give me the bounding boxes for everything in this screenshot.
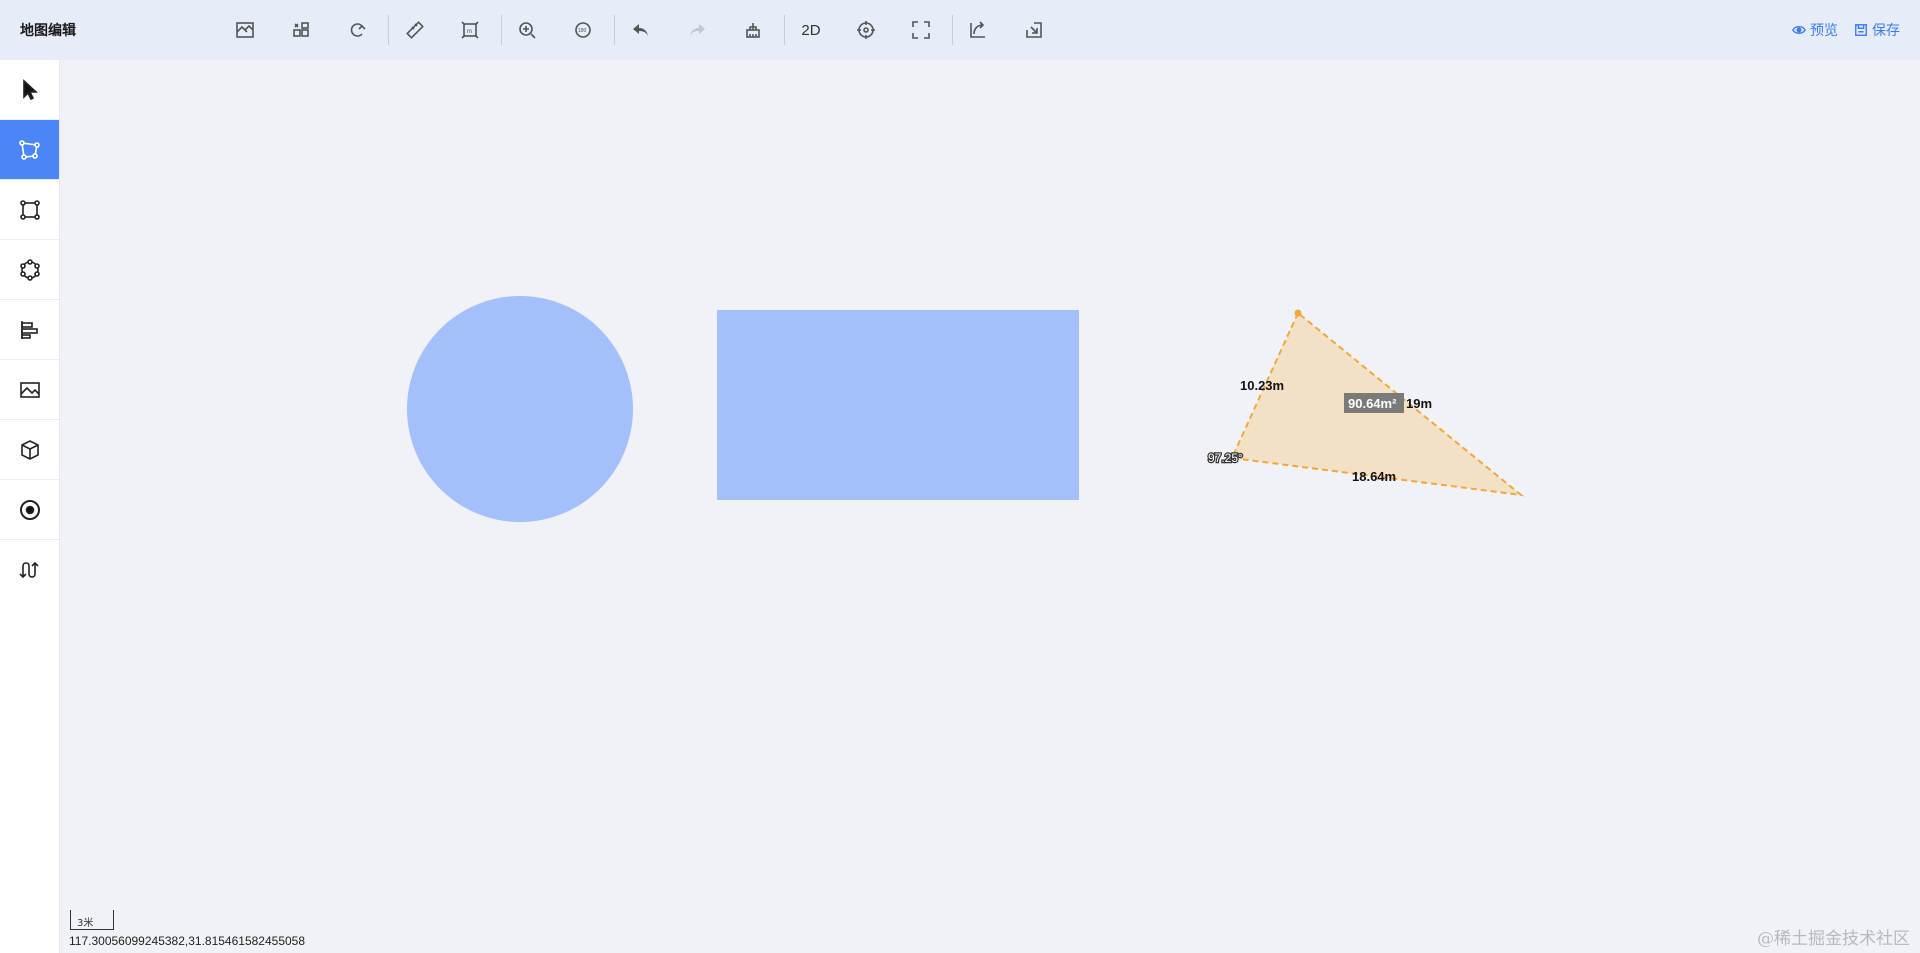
header-actions: 预览 保存 bbox=[1792, 20, 1900, 40]
locate-icon bbox=[857, 21, 875, 39]
image-icon bbox=[19, 381, 40, 398]
circle-tool[interactable] bbox=[0, 240, 59, 300]
route-tool[interactable] bbox=[0, 540, 59, 600]
rectangle-draw-icon bbox=[19, 199, 40, 220]
export-icon bbox=[1026, 22, 1042, 38]
vertex-handle[interactable] bbox=[1294, 309, 1302, 317]
rectangle-shape[interactable] bbox=[717, 310, 1079, 500]
side-length-label: 10.23m bbox=[1240, 378, 1284, 393]
toolbar: 地图编辑 m 180 2D 预览 保存 bbox=[0, 0, 1920, 60]
redo-button[interactable] bbox=[680, 14, 714, 46]
point-tool[interactable] bbox=[0, 480, 59, 540]
drawing-toolbar bbox=[0, 60, 60, 953]
fullscreen-icon bbox=[912, 21, 930, 39]
measure-distance-button[interactable] bbox=[398, 14, 432, 46]
preview-label: 预览 bbox=[1810, 23, 1838, 39]
select-tool[interactable] bbox=[0, 60, 59, 120]
save-label: 保存 bbox=[1872, 23, 1900, 39]
layers-button[interactable] bbox=[284, 14, 318, 46]
measure-area-button[interactable]: m bbox=[453, 14, 487, 46]
zoom-in-button[interactable] bbox=[510, 14, 544, 46]
mouse-coordinates: 117.30056099245382,31.815461582455058 bbox=[69, 934, 306, 948]
view-mode-label: 2D bbox=[801, 21, 821, 39]
undo-button[interactable] bbox=[624, 14, 658, 46]
align-tool[interactable] bbox=[0, 300, 59, 360]
clear-button[interactable] bbox=[736, 14, 770, 46]
rotate-icon: 180 bbox=[575, 22, 591, 38]
scale-bar: 3米 bbox=[70, 910, 114, 930]
toolbar-separator bbox=[614, 15, 615, 45]
circle-shape[interactable] bbox=[407, 296, 633, 522]
cursor-arrow-icon bbox=[22, 78, 38, 100]
snap-icon bbox=[350, 23, 366, 37]
circle-draw-icon bbox=[19, 258, 40, 281]
scale-label: 3米 bbox=[77, 918, 94, 929]
locate-button[interactable] bbox=[849, 14, 883, 46]
save-button[interactable]: 保存 bbox=[1854, 20, 1900, 40]
polygon-draw-icon bbox=[18, 139, 40, 160]
clear-icon bbox=[746, 23, 760, 38]
rotate-button[interactable]: 180 bbox=[566, 14, 600, 46]
toolbar-separator bbox=[784, 15, 785, 45]
toolbar-separator bbox=[388, 15, 389, 45]
import-button[interactable] bbox=[961, 14, 995, 46]
measure-area-icon: m bbox=[461, 21, 479, 39]
redo-icon bbox=[690, 24, 705, 36]
basemap-icon bbox=[236, 22, 254, 38]
preview-button[interactable]: 预览 bbox=[1792, 20, 1838, 40]
angle-label: 97.25° bbox=[1208, 451, 1243, 465]
svg-text:180: 180 bbox=[578, 28, 587, 34]
map-canvas[interactable]: 10.23m 19m 18.64m 90.64m² 97.25° bbox=[60, 60, 1920, 953]
svg-text:m: m bbox=[467, 29, 472, 35]
zoom-in-icon bbox=[519, 22, 536, 39]
model-3d-tool[interactable] bbox=[0, 420, 59, 480]
measure-ruler-icon bbox=[406, 21, 424, 39]
import-icon bbox=[970, 21, 985, 38]
watermark: @稀土掘金技术社区 bbox=[1757, 929, 1910, 949]
snap-button[interactable] bbox=[340, 14, 374, 46]
undo-icon bbox=[633, 24, 648, 36]
side-length-label: 18.64m bbox=[1352, 469, 1396, 484]
align-icon bbox=[20, 320, 38, 339]
fullscreen-button[interactable] bbox=[904, 14, 938, 46]
app-title: 地图编辑 bbox=[20, 23, 76, 39]
toolbar-separator bbox=[952, 15, 953, 45]
basemap-button[interactable] bbox=[228, 14, 262, 46]
image-tool[interactable] bbox=[0, 360, 59, 420]
side-length-label: 19m bbox=[1406, 396, 1432, 411]
eye-icon bbox=[1792, 26, 1806, 34]
area-label: 90.64m² bbox=[1348, 396, 1397, 411]
view-mode-2d-button[interactable]: 2D bbox=[794, 14, 828, 46]
measurement-polygon[interactable]: 10.23m 19m 18.64m 90.64m² 97.25° bbox=[1207, 309, 1525, 497]
target-point-icon bbox=[19, 499, 40, 520]
export-button[interactable] bbox=[1017, 14, 1051, 46]
toolbar-separator bbox=[501, 15, 502, 45]
polygon-tool[interactable] bbox=[0, 120, 59, 180]
layers-icon bbox=[293, 22, 309, 37]
rectangle-tool[interactable] bbox=[0, 180, 59, 240]
cube-icon bbox=[20, 439, 39, 460]
save-icon bbox=[1855, 24, 1867, 36]
route-icon bbox=[18, 561, 39, 579]
